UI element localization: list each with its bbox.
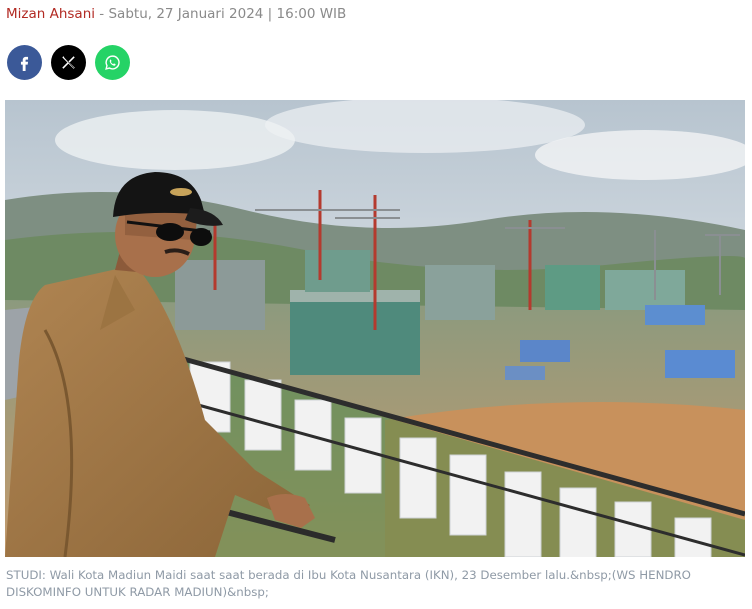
- facebook-share-button[interactable]: [7, 45, 42, 80]
- photo-caption: STUDI: Wali Kota Madiun Maidi saat saat …: [6, 568, 691, 599]
- byline-separator: -: [95, 6, 109, 22]
- author-link[interactable]: Mizan Ahsani: [6, 6, 95, 22]
- x-icon: [60, 54, 77, 71]
- whatsapp-icon: [104, 54, 121, 71]
- x-share-button[interactable]: [51, 45, 86, 80]
- construction-site-photo: [5, 100, 745, 557]
- share-bar: [7, 45, 130, 80]
- article-photo: [5, 100, 745, 557]
- whatsapp-share-button[interactable]: [95, 45, 130, 80]
- publish-datetime: Sabtu, 27 Januari 2024 | 16:00 WIB: [108, 6, 347, 22]
- facebook-icon: [16, 54, 33, 71]
- article-byline: Mizan Ahsani - Sabtu, 27 Januari 2024 | …: [6, 6, 346, 22]
